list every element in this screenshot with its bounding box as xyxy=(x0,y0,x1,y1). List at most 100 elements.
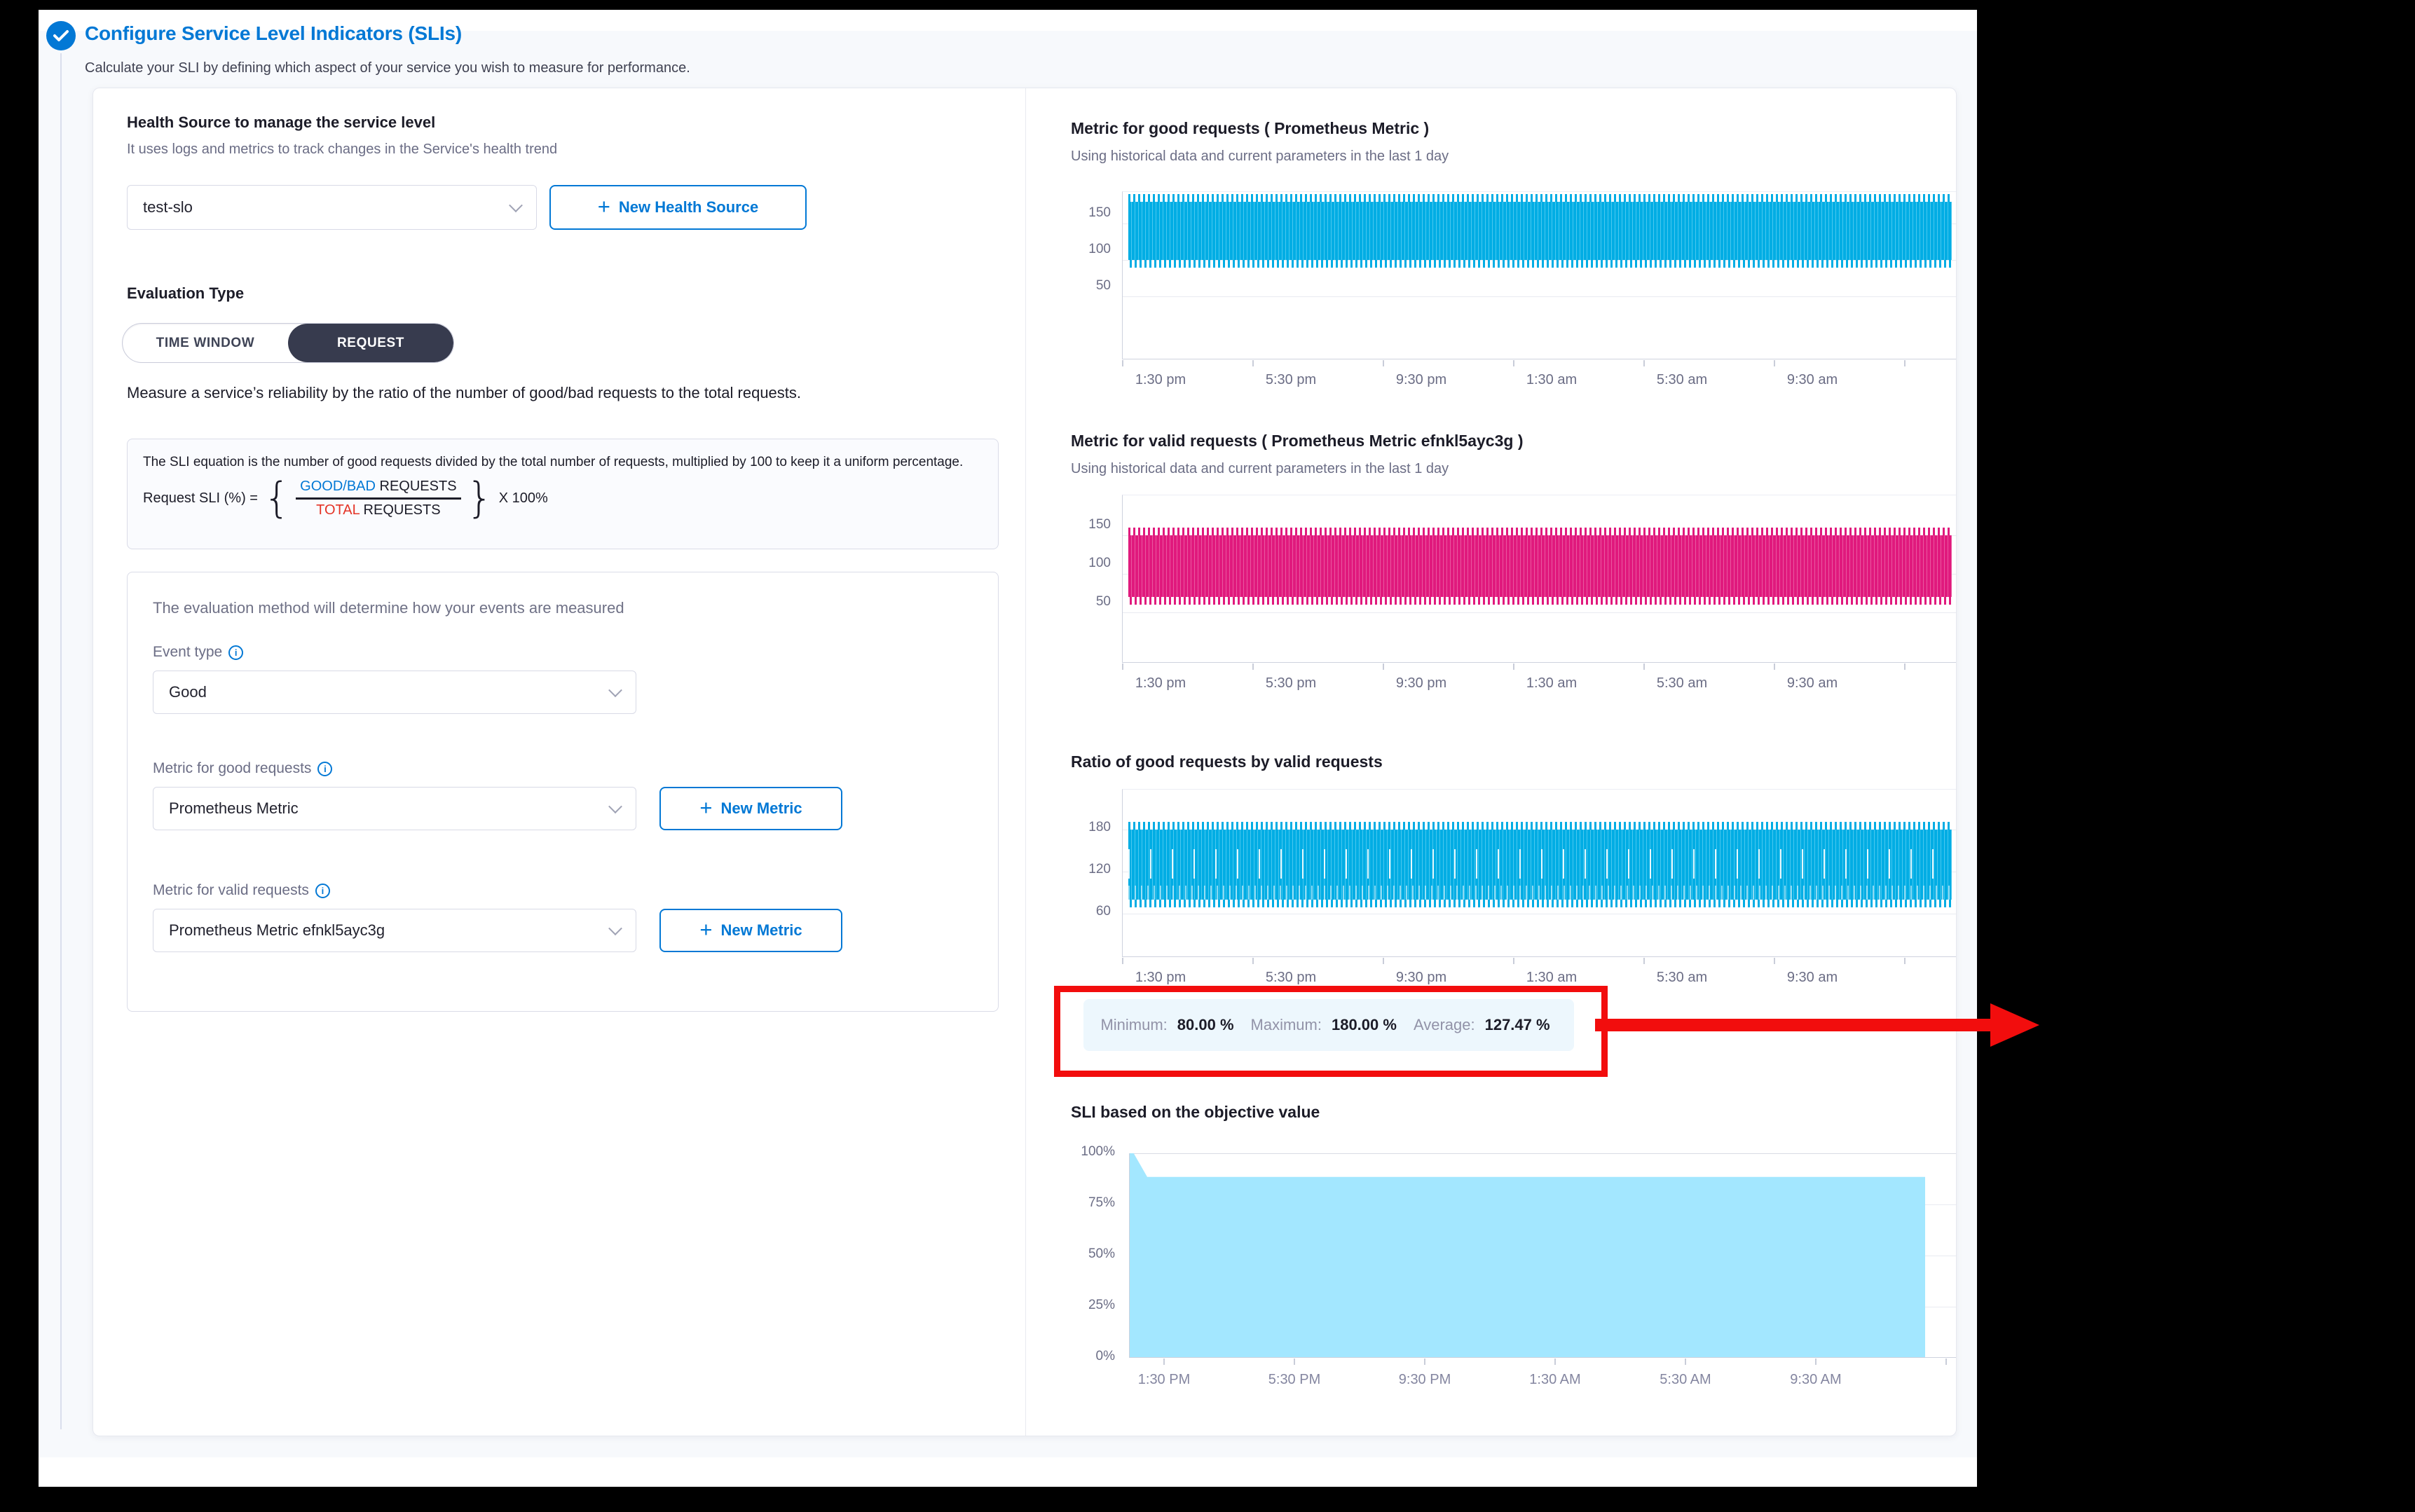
evaluation-method-note: The evaluation method will determine how… xyxy=(153,599,624,617)
good-requests-chart-plot xyxy=(1122,191,1956,359)
x-tick: 1:30 PM xyxy=(1138,1372,1190,1388)
valid-metric-select-value: Prometheus Metric efnkl5ayc3g xyxy=(169,921,385,940)
sli-chart-plot xyxy=(1129,1153,1956,1358)
event-type-select-value: Good xyxy=(169,683,207,701)
request-description: Measure a service’s reliability by the r… xyxy=(127,383,1010,404)
valid-metric-select[interactable]: Prometheus Metric efnkl5ayc3g xyxy=(153,909,636,952)
x-tick: 5:30 pm xyxy=(1266,970,1316,986)
equation-numerator: GOOD/BAD REQUESTS xyxy=(296,479,460,500)
y-tick: 100 xyxy=(1055,556,1111,571)
ratio-chart-title: Ratio of good requests by valid requests xyxy=(1071,752,1383,771)
x-tick: 9:30 pm xyxy=(1396,675,1446,692)
new-health-source-button[interactable]: + New Health Source xyxy=(549,185,807,230)
valid-requests-x-labels: 1:30 pm 5:30 pm 9:30 pm 1:30 am 5:30 am … xyxy=(1122,675,1956,694)
new-metric-label: New Metric xyxy=(720,921,802,940)
y-tick: 120 xyxy=(1055,862,1111,877)
gridline xyxy=(1123,296,1956,297)
x-tick: 5:30 PM xyxy=(1268,1372,1320,1388)
x-tick: 9:30 am xyxy=(1787,372,1838,388)
y-tick: 0% xyxy=(1059,1349,1115,1364)
sli-x-labels: 1:30 PM 5:30 PM 9:30 PM 1:30 AM 5:30 AM … xyxy=(1129,1372,1956,1390)
good-metric-select-value: Prometheus Metric xyxy=(169,799,299,818)
good-requests-series-band xyxy=(1128,202,1952,260)
health-source-select[interactable]: test-slo xyxy=(127,185,537,230)
good-metric-label: Metric for good requests xyxy=(153,760,311,777)
band-texture xyxy=(1128,849,1952,879)
sli-area-series xyxy=(1130,1153,1925,1357)
y-tick: 150 xyxy=(1055,205,1111,221)
new-metric-button-valid[interactable]: + New Metric xyxy=(659,909,842,952)
y-tick: 50 xyxy=(1055,594,1111,610)
plus-icon: + xyxy=(699,797,712,818)
x-tick: 5:30 pm xyxy=(1266,675,1316,692)
info-icon[interactable]: i xyxy=(315,884,330,898)
equation-numerator-rest: REQUESTS xyxy=(380,479,457,494)
x-tick: 1:30 AM xyxy=(1529,1372,1580,1388)
y-tick: 180 xyxy=(1055,820,1111,835)
chevron-down-icon xyxy=(608,921,622,935)
plus-icon: + xyxy=(699,919,712,940)
x-tick: 9:30 pm xyxy=(1396,970,1446,986)
info-icon[interactable]: i xyxy=(228,645,243,660)
page-subtitle: Calculate your SLI by defining which asp… xyxy=(85,60,690,76)
x-tick: 9:30 PM xyxy=(1399,1372,1451,1388)
new-metric-label: New Metric xyxy=(720,799,802,818)
valid-requests-chart-title: Metric for valid requests ( Prometheus M… xyxy=(1071,432,1523,451)
y-tick: 50% xyxy=(1059,1246,1115,1262)
y-tick: 50 xyxy=(1055,278,1111,294)
app-viewport: Configure Service Level Indicators (SLIs… xyxy=(39,10,1977,1487)
equation-rhs: X 100% xyxy=(499,490,548,507)
event-type-select[interactable]: Good xyxy=(153,671,636,714)
health-source-heading: Health Source to manage the service leve… xyxy=(127,114,435,132)
health-source-hint: It uses logs and metrics to track change… xyxy=(127,142,557,158)
x-tick: 9:30 am xyxy=(1787,970,1838,986)
valid-requests-chart-subtitle: Using historical data and current parame… xyxy=(1071,461,1449,477)
ratio-chart-plot xyxy=(1122,789,1956,957)
y-tick: 60 xyxy=(1055,904,1111,919)
x-axis-ticks xyxy=(1122,360,1956,366)
stepper-connector-line xyxy=(60,53,62,1429)
page-title: Configure Service Level Indicators (SLIs… xyxy=(85,22,462,45)
band-texture xyxy=(1128,886,1952,900)
good-metric-select[interactable]: Prometheus Metric xyxy=(153,787,636,830)
sli-config-card: Health Source to manage the service leve… xyxy=(93,88,1957,1436)
event-type-label-row: Event type i xyxy=(153,644,243,661)
evaluation-type-toggle: TIME WINDOW REQUEST xyxy=(122,323,454,363)
ratio-series-band xyxy=(1128,830,1952,900)
gridline xyxy=(1123,612,1956,613)
y-tick: 100% xyxy=(1059,1144,1115,1160)
y-tick: 150 xyxy=(1055,517,1111,532)
valid-metric-label-row: Metric for valid requests i xyxy=(153,882,330,899)
equation-lhs: Request SLI (%) = xyxy=(143,490,258,507)
sli-chart-title: SLI based on the objective value xyxy=(1071,1103,1320,1122)
x-tick: 5:30 am xyxy=(1657,970,1707,986)
sli-equation-box: The SLI equation is the number of good r… xyxy=(127,439,999,549)
x-tick: 5:30 am xyxy=(1657,675,1707,692)
y-tick: 75% xyxy=(1059,1195,1115,1211)
toggle-option-request[interactable]: REQUEST xyxy=(288,324,453,362)
x-axis-ticks xyxy=(1122,958,1956,964)
sli-equation: Request SLI (%) = { GOOD/BAD REQUESTS TO… xyxy=(143,479,983,518)
chevron-down-icon xyxy=(608,683,622,697)
info-icon[interactable]: i xyxy=(317,762,332,776)
equation-numerator-accent: GOOD/BAD xyxy=(300,479,376,494)
good-requests-chart-subtitle: Using historical data and current parame… xyxy=(1071,149,1449,165)
new-metric-button-good[interactable]: + New Metric xyxy=(659,787,842,830)
evaluation-type-heading: Evaluation Type xyxy=(127,284,244,303)
column-divider xyxy=(1025,88,1026,1436)
good-metric-label-row: Metric for good requests i xyxy=(153,760,332,777)
equation-denominator-accent: TOTAL xyxy=(316,502,360,518)
event-type-label: Event type xyxy=(153,644,222,661)
valid-requests-series-band xyxy=(1128,535,1952,597)
annotation-arrow-line xyxy=(1595,1019,1992,1031)
chevron-down-icon xyxy=(509,198,523,212)
x-tick: 1:30 am xyxy=(1526,675,1577,692)
x-tick: 1:30 pm xyxy=(1135,675,1186,692)
equation-left-brace: { xyxy=(264,479,290,517)
y-tick: 100 xyxy=(1055,242,1111,257)
toggle-option-time-window[interactable]: TIME WINDOW xyxy=(123,324,288,362)
equation-denominator: TOTAL REQUESTS xyxy=(312,500,444,518)
valid-metric-label: Metric for valid requests xyxy=(153,882,309,899)
equation-fraction: GOOD/BAD REQUESTS TOTAL REQUESTS xyxy=(296,479,460,518)
sli-equation-note: The SLI equation is the number of good r… xyxy=(143,453,970,472)
